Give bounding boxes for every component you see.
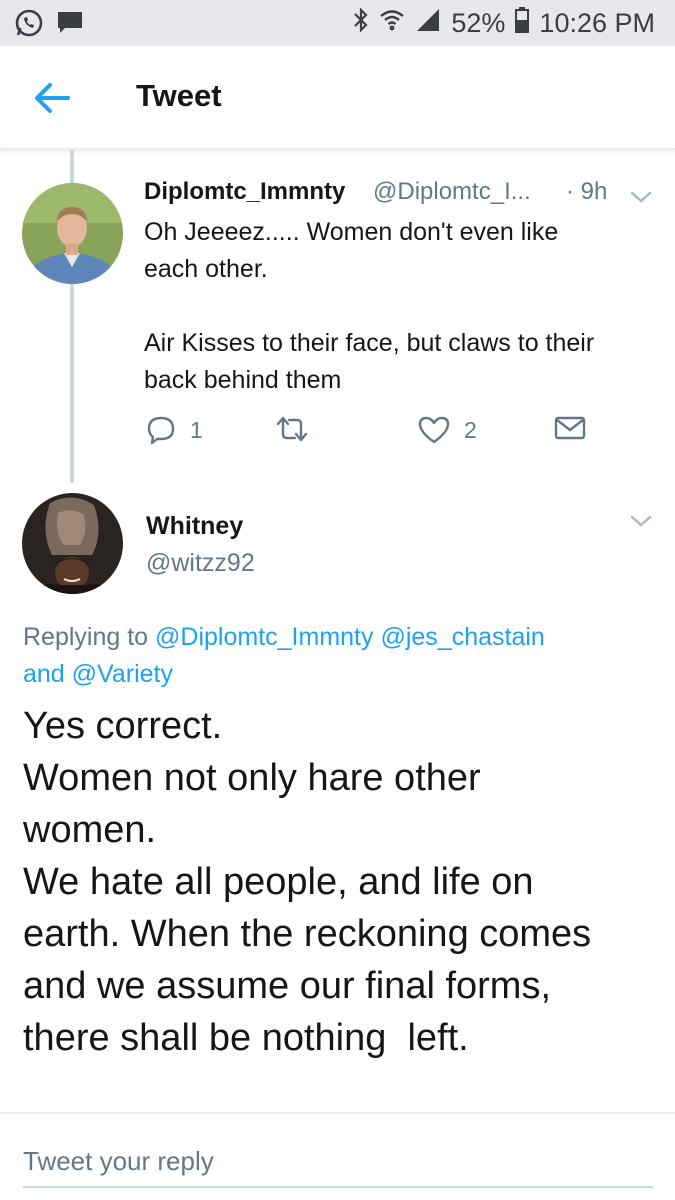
clock: 10:26 PM <box>539 8 655 38</box>
battery-percentage: 52% <box>451 8 506 38</box>
replying-to: Replying to @Diplomtc_Immnty @jes_chasta… <box>23 619 653 693</box>
wifi-icon <box>379 7 405 40</box>
status-bar: 52% 10:26 PM <box>0 0 675 46</box>
tweet-text-line: women. <box>23 809 157 851</box>
system-status: 52% 10:26 PM <box>353 6 655 41</box>
tweet-text-line: Women not only hare other <box>23 757 481 799</box>
thread-connector <box>70 150 74 184</box>
like-count: 2 <box>464 416 477 443</box>
like-button[interactable]: 2 <box>418 415 477 445</box>
heart-icon <box>418 416 450 444</box>
author-name[interactable]: Whitney <box>146 512 243 541</box>
reply-input[interactable] <box>23 1136 653 1188</box>
reply-count: 1 <box>190 416 203 443</box>
tweet-text-line: and we assume our final forms, <box>23 965 552 1007</box>
tweet-actions: 1 2 <box>144 415 604 455</box>
tweet-text-gap <box>144 288 659 325</box>
bluetooth-icon <box>353 6 369 41</box>
replying-prefix: Replying to <box>23 623 149 651</box>
mail-icon <box>554 416 586 440</box>
retweet-icon <box>276 416 308 442</box>
replying-and[interactable]: and <box>23 660 65 688</box>
reply-icon <box>147 416 175 445</box>
back-button[interactable] <box>32 80 72 116</box>
app-header: Tweet <box>0 46 675 150</box>
tweet-text-line: earth. When the reckoning comes <box>23 913 592 955</box>
share-button[interactable] <box>554 415 586 441</box>
tweet-text: Yes correct. Women not only hare other w… <box>23 700 663 1064</box>
tweet-text-line: Yes correct. <box>23 705 223 747</box>
tweet-text-line: We hate all people, and life on <box>23 861 534 903</box>
author-handle[interactable]: @witzz92 <box>146 549 255 578</box>
tweet-text-line: Air Kisses to their face, but claws to t… <box>144 329 595 357</box>
notification-icons <box>14 8 84 43</box>
mention-link[interactable]: @jes_chastain <box>380 623 544 651</box>
chevron-down-icon <box>630 191 652 203</box>
tweet-text-line: each other. <box>144 255 268 283</box>
avatar[interactable] <box>22 183 123 284</box>
signal-icon <box>415 7 441 40</box>
thread-connector <box>70 283 74 483</box>
chevron-down-icon <box>630 515 652 527</box>
mention-link[interactable]: @Variety <box>72 660 173 688</box>
mention-link[interactable]: @Diplomtc_Immnty <box>155 623 373 651</box>
back-arrow-icon <box>35 83 70 113</box>
tweet-text: Oh Jeeeez..... Women don't even like eac… <box>144 214 659 399</box>
author-handle[interactable]: @Diplomtc_I... <box>373 178 531 206</box>
divider <box>0 1112 675 1114</box>
author-name[interactable]: Diplomtc_Immnty <box>144 178 345 206</box>
reply-button[interactable]: 1 <box>146 415 203 445</box>
tweet-timestamp: · 9h <box>566 178 608 205</box>
page-title: Tweet <box>136 78 222 113</box>
tweet-text-line: Oh Jeeeez..... Women don't even like <box>144 218 559 246</box>
avatar[interactable] <box>22 493 123 594</box>
tweet-menu-button[interactable] <box>630 514 652 528</box>
tweet-menu-button[interactable] <box>630 190 652 204</box>
whatsapp-icon <box>14 8 44 43</box>
battery-icon <box>515 7 530 40</box>
retweet-button[interactable] <box>274 415 310 443</box>
message-icon <box>56 10 84 41</box>
tweet-text-line: back behind them <box>144 366 342 394</box>
tweet-text-line: there shall be nothing left. <box>23 1017 469 1059</box>
